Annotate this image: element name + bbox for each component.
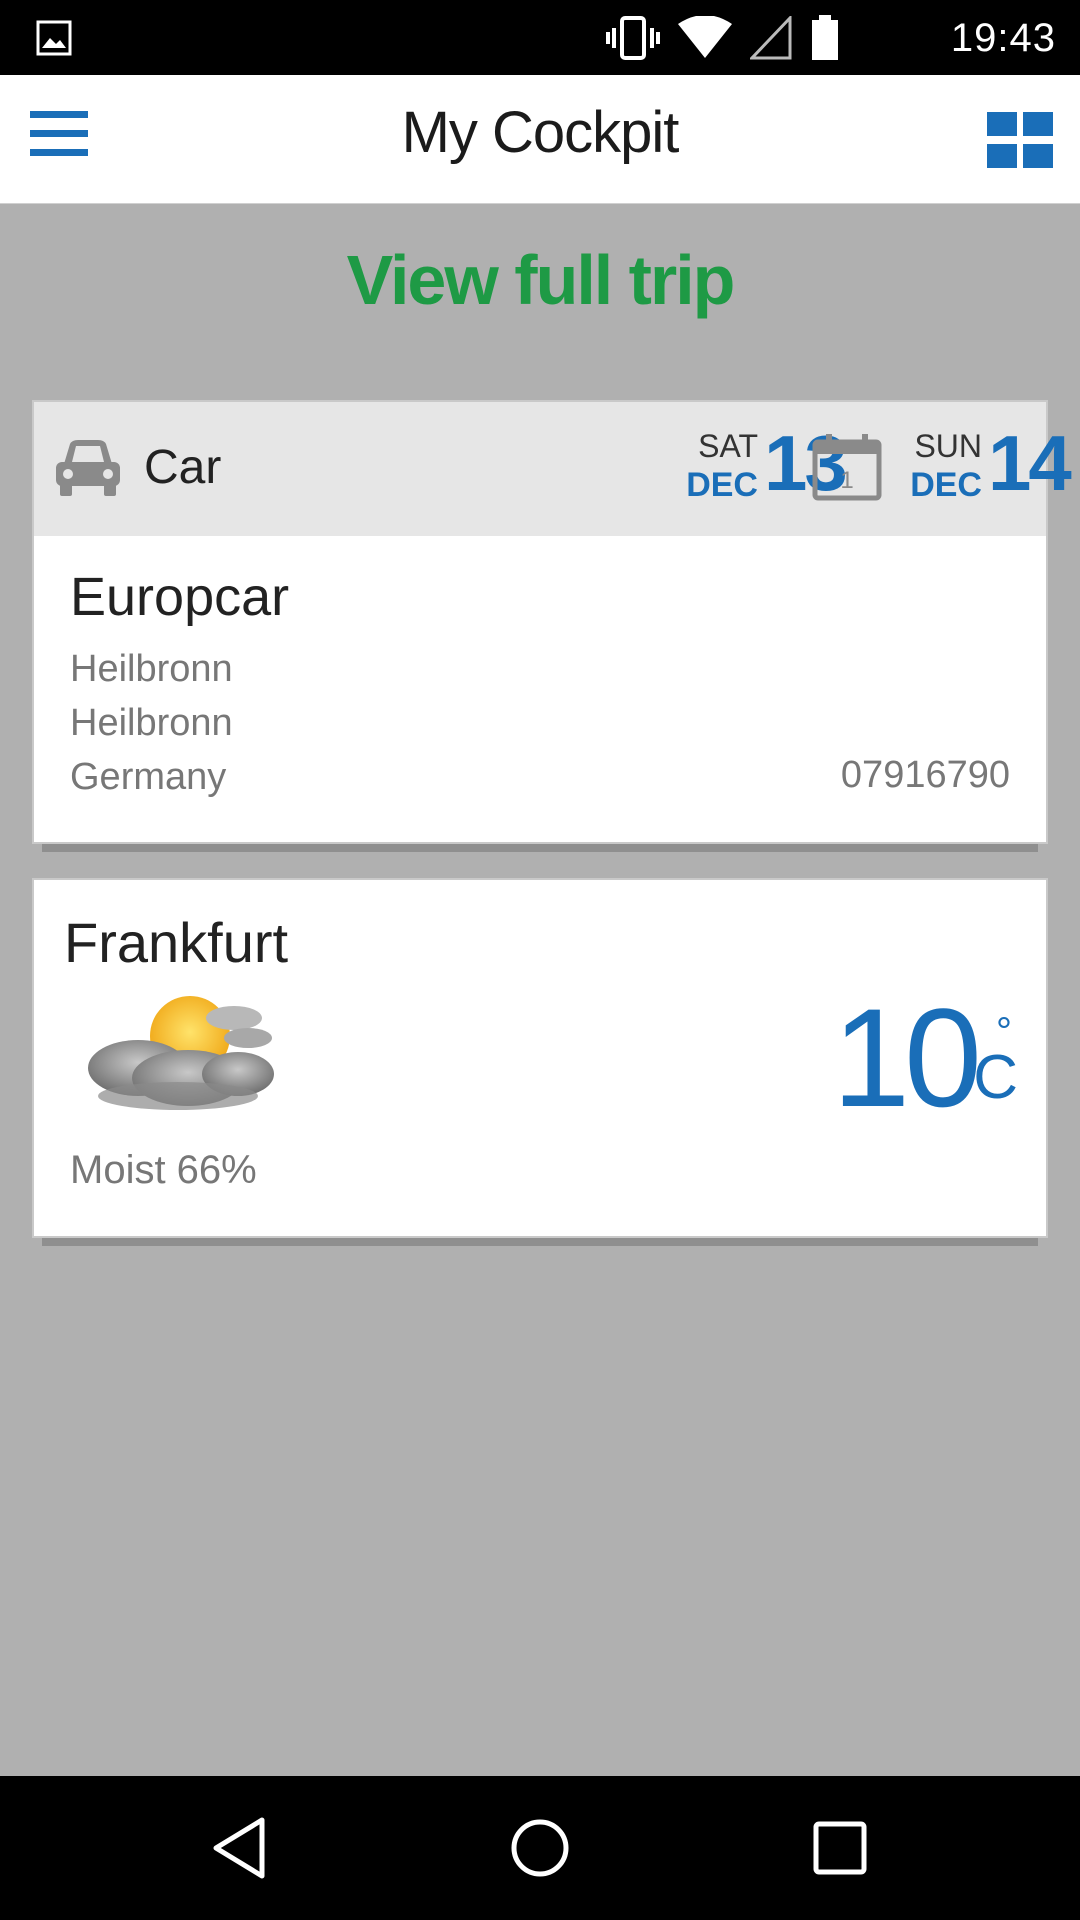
calendar-icon: 1 xyxy=(812,434,882,501)
car-booking-card[interactable]: Car SAT DEC 13 1 SUN DEC 14 Europcar Hei… xyxy=(32,400,1072,844)
card-shadow xyxy=(42,844,1038,852)
weather-city: Frankfurt xyxy=(64,911,289,974)
phone-number[interactable]: 07916790 xyxy=(841,754,1010,797)
dropoff-month: DEC xyxy=(910,466,982,504)
car-card-body: Europcar Heilbronn Heilbronn Germany 079… xyxy=(34,536,1046,842)
rental-company: Europcar xyxy=(70,567,290,627)
address-line: Germany xyxy=(70,756,227,798)
wifi-icon xyxy=(678,16,732,58)
car-card-header: Car SAT DEC 13 1 SUN DEC 14 xyxy=(34,402,1072,536)
home-icon[interactable] xyxy=(504,1812,576,1884)
navigation-bar xyxy=(0,1776,1080,1920)
battery-icon xyxy=(812,15,838,60)
booking-type-label: Car xyxy=(144,441,222,494)
status-icons xyxy=(606,14,840,62)
card-shadow xyxy=(42,1238,1038,1246)
weather-card[interactable]: Frankfurt Moist 66% 10 ° C xyxy=(32,878,1048,1238)
page-title: My Cockpit xyxy=(401,100,680,165)
dropoff-day-number: 14 xyxy=(988,419,1072,507)
address-line: Heilbronn xyxy=(70,702,233,744)
view-full-trip-link[interactable]: View full trip xyxy=(0,240,1080,320)
pickup-month: DEC xyxy=(686,466,758,504)
vibrate-icon xyxy=(606,16,660,60)
pickup-day-of-week: SAT xyxy=(698,428,758,464)
car-icon xyxy=(56,440,120,496)
humidity-label: Moist 66% xyxy=(70,1148,257,1192)
signal-icon xyxy=(750,16,792,60)
grid-view-icon xyxy=(987,112,1017,136)
partly-cloudy-icon xyxy=(88,996,274,1110)
dropoff-date-text: SUN DEC xyxy=(892,424,982,514)
temperature-unit: C xyxy=(973,1043,1018,1112)
gallery-icon xyxy=(36,20,72,56)
back-icon[interactable] xyxy=(204,1812,276,1884)
address-line: Heilbronn xyxy=(70,648,233,690)
status-bar: 19:43 xyxy=(0,0,1080,75)
status-time: 19:43 xyxy=(950,16,1056,60)
pickup-date-text: SAT DEC xyxy=(668,424,758,514)
temperature-value: 10 xyxy=(832,979,982,1136)
calendar-icon-day: 1 xyxy=(840,467,853,494)
recents-icon[interactable] xyxy=(804,1812,876,1884)
grid-view-button[interactable] xyxy=(987,112,1053,168)
app-bar: My Cockpit xyxy=(0,75,1080,204)
dropoff-day-of-week: SUN xyxy=(914,428,982,464)
